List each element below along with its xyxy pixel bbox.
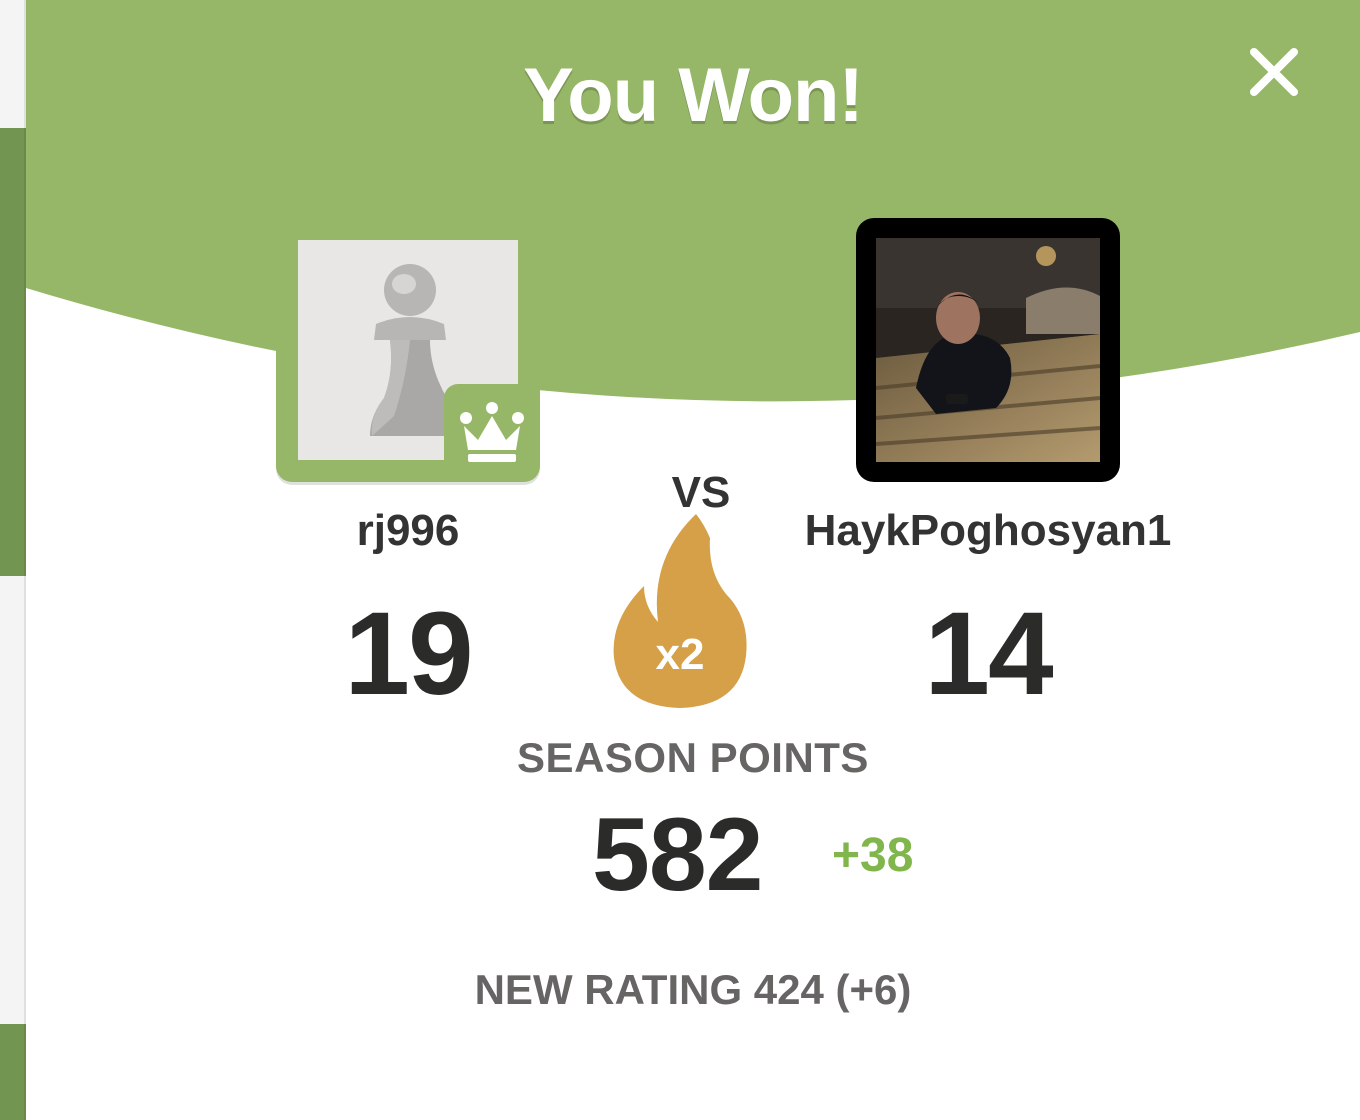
close-icon [1250,48,1298,96]
season-points-label: SEASON POINTS [517,734,869,781]
close-button[interactable] [1246,44,1302,100]
opponent-avatar[interactable] [856,218,1120,482]
game-over-modal: You Won! rj996 VS HaykPoghosyan1 19 x2 1… [26,0,1360,1120]
my-score: 19 [344,588,473,720]
flame-icon [613,514,747,708]
season-points-delta: +38 [832,829,914,882]
season-points-value: 582 [592,797,764,913]
opponent-score: 14 [924,588,1053,720]
my-avatar[interactable] [276,218,540,482]
background-board-segment [0,1024,26,1120]
opponent-photo-image [875,238,1101,462]
opponent-photo [875,238,1101,462]
crown-icon [460,402,524,462]
background-page-strip [0,0,26,1120]
opponent-username[interactable]: HaykPoghosyan1 [756,506,1220,556]
premium-badge [444,384,540,480]
points-multiplier: x2 [655,630,705,679]
new-rating: NEW RATING 424 (+6) [474,966,912,1013]
background-board-segment [0,128,26,576]
result-title: You Won! [523,53,864,138]
my-username[interactable]: rj996 [276,506,540,556]
